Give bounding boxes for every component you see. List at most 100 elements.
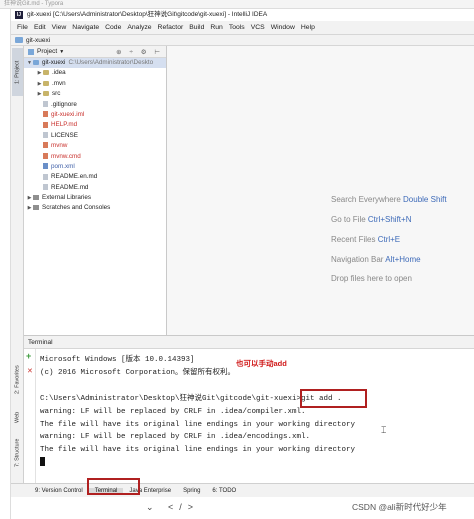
tree-item[interactable]: ▶ src — [24, 89, 166, 99]
menu-build[interactable]: Build — [186, 24, 207, 31]
menu-refactor[interactable]: Refactor — [155, 24, 187, 31]
tree-item-path: C:\Users\Administrator\Deskto — [68, 59, 154, 66]
tree-item[interactable]: ▼ git-xuexi C:\Users\Administrator\Deskto — [24, 58, 166, 69]
breadcrumb[interactable]: git-xuexi — [26, 37, 50, 44]
folder-icon — [43, 91, 49, 96]
file-icon — [43, 184, 48, 191]
menu-code[interactable]: Code — [102, 24, 124, 31]
tree-item[interactable]: ▶ Scratches and Consoles — [24, 203, 166, 213]
project-toolbar-icons[interactable]: ⊕ ÷ ⚙ ⊢ — [116, 48, 166, 56]
annotation-box-terminal-tab — [87, 478, 140, 495]
structure-tool-tab[interactable]: 7: Structure — [12, 431, 23, 475]
project-panel-header: Project ▼ ⊕ ÷ ⚙ ⊢ — [24, 46, 166, 58]
terminal-line: warning: LF will be replaced by CRLF in … — [40, 433, 311, 442]
terminal-side-toolbar: + ✕ — [24, 349, 36, 484]
chevron-right-icon[interactable]: ▶ — [36, 79, 43, 89]
spring-tab[interactable]: Spring — [177, 488, 206, 494]
terminal-line: Microsoft Windows [版本 10.0.14393] — [40, 356, 195, 364]
project-view-selector[interactable]: Project — [37, 48, 57, 55]
tree-item[interactable]: git-xuexi.iml — [24, 110, 166, 120]
menu-view[interactable]: View — [49, 24, 70, 31]
terminal-header: Terminal — [24, 336, 474, 349]
menu-file[interactable]: File — [14, 24, 31, 31]
project-panel: Project ▼ ⊕ ÷ ⚙ ⊢ ▼ git-xuexi C:\Users\Adm… — [24, 46, 167, 335]
tree-item[interactable]: ▶ .mvn — [24, 79, 166, 89]
outer-window-strip: 狂神说Git.md - Typora — [0, 0, 474, 9]
menu-vcs[interactable]: VCS — [248, 24, 268, 31]
web-tool-tab[interactable]: Web — [12, 408, 23, 426]
tree-item[interactable]: .gitignore — [24, 100, 166, 110]
chevron-right-icon[interactable]: ▶ — [26, 193, 33, 203]
new-session-icon[interactable]: + — [26, 351, 31, 361]
tree-item[interactable]: ▶ .idea — [24, 68, 166, 78]
terminal-line: C:\Users\Administrator\Desktop\狂神说Git\gi… — [40, 394, 342, 403]
mouse-cursor-icon: ⌶ — [381, 425, 387, 435]
tree-item[interactable]: README.en.md — [24, 172, 166, 182]
tree-item-label: .gitignore — [51, 100, 77, 108]
menu-edit[interactable]: Edit — [31, 24, 49, 31]
bottom-tool-bar: 9: Version Control Terminal Java Enterpr… — [11, 483, 474, 497]
chevron-down-icon[interactable]: ▼ — [59, 49, 64, 55]
title-bar: IJ git-xuexi [C:\Users\Administrator\Des… — [11, 9, 474, 20]
file-icon — [43, 142, 48, 149]
terminal-output[interactable]: Microsoft Windows [版本 10.0.14393] (c) 20… — [40, 354, 355, 471]
favorites-tool-tab[interactable]: 2: Favorites — [12, 356, 23, 404]
navigation-bar: git-xuexi — [11, 35, 474, 46]
menu-bar: File Edit View Navigate Code Analyze Ref… — [11, 21, 474, 35]
terminal-cursor — [40, 457, 45, 467]
tree-item-label: .idea — [52, 69, 66, 77]
tree-item-label: LICENSE — [51, 131, 78, 139]
menu-help[interactable]: Help — [298, 24, 318, 31]
tree-item-label: Scratches and Consoles — [42, 204, 111, 212]
project-tool-tab[interactable]: 1: Project — [12, 48, 23, 96]
hint-drop-files: Drop files here to open — [331, 274, 412, 283]
tree-item[interactable]: mvnw — [24, 141, 166, 151]
hint-navigation-bar: Navigation Bar Alt+Home — [331, 255, 421, 264]
menu-window[interactable]: Window — [268, 24, 298, 31]
project-icon — [28, 48, 34, 55]
menu-analyze[interactable]: Analyze — [124, 24, 154, 31]
menu-tools[interactable]: Tools — [226, 24, 248, 31]
watermark-text: CSDN @ali新时代好少年 — [352, 502, 447, 512]
tree-item-label: mvnw — [51, 142, 68, 150]
folder-icon — [43, 70, 49, 76]
project-folder-icon — [15, 37, 23, 43]
tree-item-label: External Libraries — [42, 194, 91, 202]
todo-tab[interactable]: 6: TODO — [206, 488, 242, 494]
tree-item[interactable]: LICENSE — [24, 131, 166, 141]
tree-item[interactable]: README.md — [24, 183, 166, 193]
annotation-text: 也可以手动add — [236, 359, 287, 368]
folder-icon — [43, 80, 49, 86]
menu-run[interactable]: Run — [207, 24, 225, 31]
chevron-down-icon[interactable]: ▼ — [26, 58, 33, 68]
tree-item[interactable]: HELP.md — [24, 120, 166, 130]
hint-search-everywhere: Search Everywhere Double Shift — [331, 195, 447, 204]
menu-navigate[interactable]: Navigate — [69, 24, 102, 31]
left-tool-strip: 1: Project 2: Favorites Web 7: Structure — [11, 46, 24, 483]
chevron-right-icon[interactable]: ▶ — [36, 89, 43, 99]
file-icon — [43, 121, 48, 128]
file-icon — [43, 152, 48, 159]
tree-item[interactable]: ▶ External Libraries — [24, 193, 166, 203]
library-icon — [33, 205, 39, 211]
tree-item[interactable]: mvnw.cmd — [24, 152, 166, 162]
tree-item-label: src — [52, 90, 61, 98]
folder-icon — [33, 59, 39, 65]
tree-item-label: README.en.md — [51, 173, 98, 181]
terminal-line: The file will have its original line end… — [40, 420, 356, 429]
file-icon — [43, 111, 48, 118]
annotation-box-git-add — [300, 389, 367, 408]
close-session-icon[interactable]: ✕ — [27, 367, 33, 375]
tree-item-label: pom.xml — [51, 162, 75, 170]
window-title: git-xuexi [C:\Users\Administrator\Deskto… — [27, 11, 268, 18]
library-icon — [33, 194, 39, 200]
chevron-right-icon[interactable]: ▶ — [26, 203, 33, 213]
tree-item[interactable]: pom.xml — [24, 162, 166, 172]
editor-empty-area[interactable]: Search Everywhere Double Shift Go to Fil… — [167, 46, 474, 335]
tree-item-label: mvnw.cmd — [51, 152, 81, 160]
version-control-tab[interactable]: 9: Version Control — [29, 488, 89, 494]
chevron-right-icon[interactable]: ▶ — [36, 68, 43, 78]
tree-item-label: README.md — [51, 183, 89, 191]
terminal-line: (c) 2016 Microsoft Corporation。保留所有权利。 — [40, 368, 236, 377]
terminal-line: warning: LF will be replaced by CRLF in … — [40, 407, 306, 416]
